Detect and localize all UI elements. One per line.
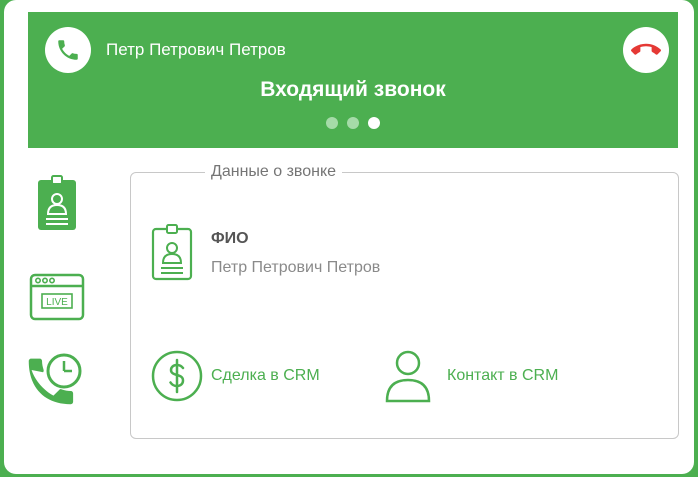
hangup-icon <box>631 43 661 55</box>
person-icon <box>385 350 431 403</box>
page-dot-1[interactable] <box>326 117 338 129</box>
hangup-button[interactable] <box>623 27 669 73</box>
call-status-title: Входящий звонок <box>260 78 446 101</box>
contact-in-crm-label: Контакт в CRM <box>447 367 559 384</box>
call-history-icon <box>28 353 82 405</box>
sidebar-item-live[interactable]: LIVE <box>26 266 88 328</box>
deal-in-crm-link[interactable]: Сделка в CRM <box>151 346 320 406</box>
panel-title: Данные о звонке <box>205 163 343 181</box>
phone-icon <box>45 27 91 73</box>
deal-in-crm-label: Сделка в CRM <box>211 367 320 384</box>
dollar-icon <box>151 350 203 402</box>
sidebar-item-call-history[interactable] <box>24 350 86 412</box>
call-header: Петр Петрович Петров Входящий звонок <box>28 12 678 148</box>
live-badge-text: LIVE <box>46 297 68 308</box>
fio-label: ФИО <box>211 230 249 247</box>
incoming-call-widget: Петр Петрович Петров Входящий звонок LIV… <box>4 0 694 474</box>
call-data-panel: Данные о звонке ФИО Петр Петрович Петров… <box>130 163 679 439</box>
contact-card-icon <box>151 224 193 281</box>
page-dot-2[interactable] <box>347 117 359 129</box>
page-dot-3[interactable] <box>368 117 380 129</box>
contact-card-icon <box>38 175 76 230</box>
fio-value: Петр Петрович Петров <box>211 259 381 276</box>
page-indicator <box>28 117 678 129</box>
caller-name: Петр Петрович Петров <box>106 40 286 59</box>
live-window-icon: LIVE <box>29 273 85 321</box>
sidebar-item-contact-card[interactable] <box>26 172 88 234</box>
contact-in-crm-link[interactable]: Контакт в CRM <box>383 346 558 406</box>
